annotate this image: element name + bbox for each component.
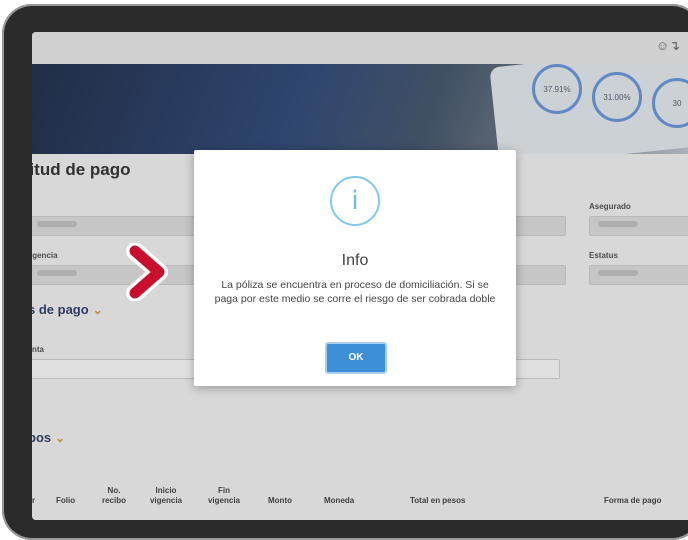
chevron-right-arrow-icon: [126, 243, 168, 301]
info-icon: i: [330, 176, 380, 226]
dialog-title: Info: [341, 252, 369, 269]
dialog-message: La póliza se encuentra en proceso de dom…: [214, 279, 496, 305]
info-dialog: i Info La póliza se encuentra en proceso…: [194, 150, 516, 386]
ok-button[interactable]: OK: [325, 342, 387, 374]
